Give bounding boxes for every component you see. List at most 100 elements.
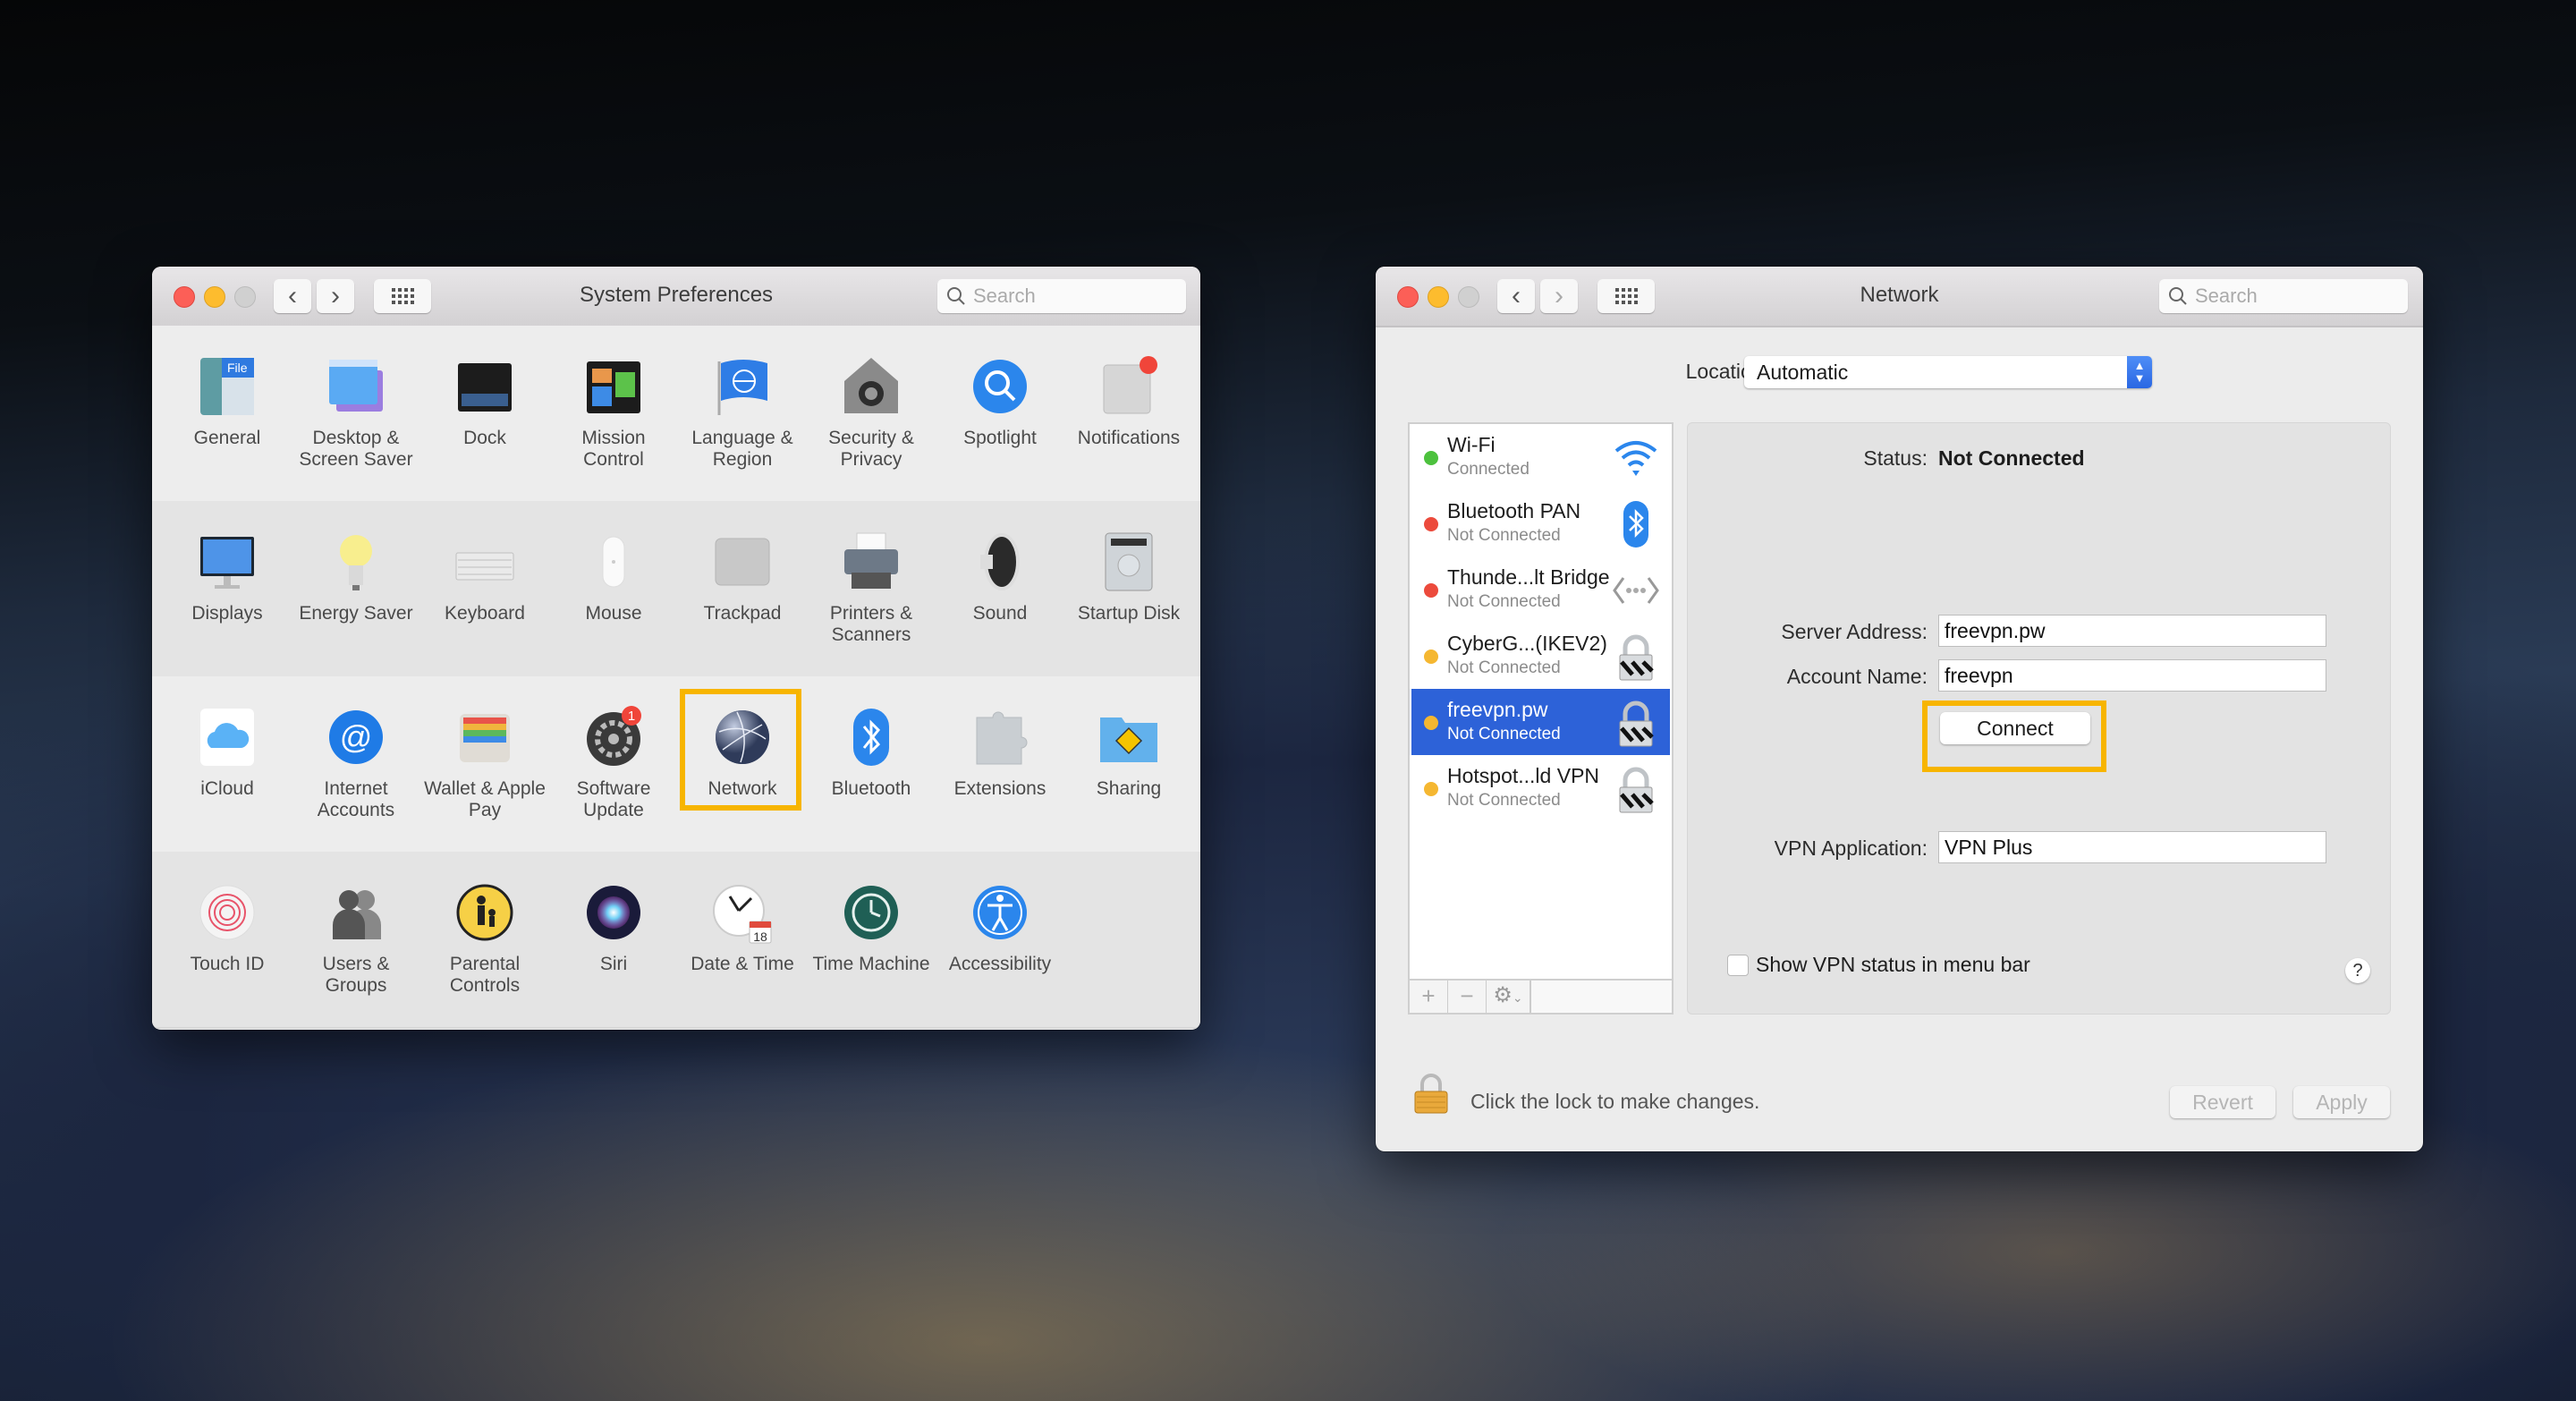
clock-calendar-icon: 18 — [710, 880, 775, 945]
lock-icon[interactable] — [1413, 1074, 1449, 1115]
status-dot — [1424, 782, 1438, 796]
pref-pane-accessibility[interactable]: Accessibility — [936, 864, 1064, 1025]
chevron-down-icon: ⌄ — [1512, 990, 1523, 1005]
pref-pane-spotlight[interactable]: Spotlight — [936, 338, 1064, 499]
pref-pane-language-region[interactable]: Language & Region — [678, 338, 807, 499]
pref-pane-energy-saver[interactable]: Energy Saver — [292, 514, 420, 675]
pref-pane-label: Language & Region — [691, 428, 793, 470]
pref-pane-displays[interactable]: Displays — [163, 514, 292, 675]
show-vpn-status-checkbox[interactable] — [1727, 955, 1749, 976]
pref-pane-label: Accessibility — [948, 954, 1052, 974]
pref-pane-icloud[interactable]: iCloud — [163, 689, 292, 850]
pref-pane-desktop-screen-saver[interactable]: Desktop & Screen Saver — [292, 338, 420, 499]
pref-pane-users-groups[interactable]: Users & Groups — [292, 864, 420, 1025]
pref-pane-label: Startup Disk — [1077, 603, 1181, 624]
pref-pane-mission-control[interactable]: Mission Control — [549, 338, 678, 499]
service-list-item[interactable]: Thunde...lt Bridge Not Connected — [1411, 556, 1670, 623]
puzzle-icon — [968, 705, 1032, 769]
pref-pane-siri[interactable]: Siri — [549, 864, 678, 1025]
server-address-input[interactable] — [1938, 615, 2326, 647]
pref-pane-label: Time Machine — [812, 954, 930, 974]
pref-pane-label: iCloud — [200, 778, 254, 799]
pref-pane-parental-controls[interactable]: Parental Controls — [420, 864, 549, 1025]
account-name-input[interactable] — [1938, 659, 2326, 692]
service-list-item[interactable]: Hotspot...ld VPN Not Connected — [1411, 755, 1670, 821]
users-icon — [324, 880, 388, 945]
apply-button[interactable]: Apply — [2293, 1086, 2390, 1118]
pref-pane-notifications[interactable]: Notifications — [1064, 338, 1193, 499]
network-highlight — [680, 689, 801, 811]
chevron-right-icon: › — [331, 281, 340, 310]
close-button[interactable] — [1397, 286, 1419, 308]
back-button[interactable]: ‹ — [1497, 279, 1535, 313]
search-input[interactable] — [971, 284, 1172, 309]
desktop-icon — [324, 354, 388, 419]
pref-pane-software-update[interactable]: 1 Software Update — [549, 689, 678, 850]
service-list-item[interactable]: Wi-Fi Connected — [1411, 424, 1670, 490]
service-list: Wi-Fi Connected Bluetooth PAN Not Connec… — [1408, 422, 1674, 1015]
pref-pane-dock[interactable]: Dock — [420, 338, 549, 499]
pref-pane-printers-scanners[interactable]: Printers & Scanners — [807, 514, 936, 675]
zoom-button[interactable] — [1458, 286, 1479, 308]
keyboard-icon — [453, 530, 517, 594]
minimize-button[interactable] — [204, 286, 225, 308]
pref-pane-keyboard[interactable]: Keyboard — [420, 514, 549, 675]
zoom-button[interactable] — [234, 286, 256, 308]
back-button[interactable]: ‹ — [274, 279, 311, 313]
mission-control-icon — [581, 354, 646, 419]
account-name-label: Account Name: — [1786, 665, 1928, 688]
service-list-item[interactable]: CyberG...(IKEV2) Not Connected — [1411, 623, 1670, 689]
location-select[interactable]: Automatic ▲ ▼ — [1744, 356, 2152, 388]
pref-pane-label: Touch ID — [190, 954, 265, 974]
pref-pane-label: Mouse — [585, 603, 642, 624]
service-name: Wi-Fi — [1447, 433, 1496, 456]
pref-pane-label: Keyboard — [445, 603, 525, 624]
search-field[interactable] — [937, 279, 1186, 313]
service-status: Not Connected — [1447, 725, 1561, 743]
pref-pane-sharing[interactable]: Sharing — [1064, 689, 1193, 850]
show-all-button[interactable] — [1597, 279, 1655, 313]
search-field[interactable] — [2159, 279, 2408, 313]
service-name: CyberG...(IKEV2) — [1447, 632, 1607, 655]
hard-disk-icon — [1097, 530, 1161, 594]
pref-pane-mouse[interactable]: Mouse — [549, 514, 678, 675]
pref-pane-internet-accounts[interactable]: @ Internet Accounts — [292, 689, 420, 850]
minimize-button[interactable] — [1428, 286, 1449, 308]
service-list-item[interactable]: Bluetooth PAN Not Connected — [1411, 490, 1670, 556]
show-all-button[interactable] — [374, 279, 431, 313]
vpn-application-input[interactable] — [1938, 831, 2326, 863]
forward-button[interactable]: › — [1540, 279, 1578, 313]
search-icon — [947, 287, 965, 305]
wifi-icon — [1611, 433, 1661, 483]
pref-pane-label: Energy Saver — [299, 603, 413, 624]
pref-pane-sound[interactable]: Sound — [936, 514, 1064, 675]
pref-pane-label: Dock — [463, 428, 506, 448]
pref-pane-time-machine[interactable]: Time Machine — [807, 864, 936, 1025]
server-address-label: Server Address: — [1781, 620, 1928, 643]
accessibility-icon — [968, 880, 1032, 945]
revert-button[interactable]: Revert — [2170, 1086, 2275, 1118]
forward-button[interactable]: › — [317, 279, 354, 313]
pref-pane-label: Printers & Scanners — [829, 603, 913, 645]
network-window: ‹ › Network Location: Automatic ▲▼ Wi-Fi… — [1376, 267, 2423, 1151]
status-dot — [1424, 650, 1438, 664]
pref-pane-startup-disk[interactable]: Startup Disk — [1064, 514, 1193, 675]
pref-pane-wallet-apple-pay[interactable]: Wallet & Apple Pay — [420, 689, 549, 850]
pref-pane-bluetooth[interactable]: Bluetooth — [807, 689, 936, 850]
pref-pane-trackpad[interactable]: Trackpad — [678, 514, 807, 675]
remove-service-button[interactable]: − — [1448, 981, 1487, 1013]
title-bar: ‹ › Network — [1376, 267, 2423, 327]
pref-pane-security-privacy[interactable]: Security & Privacy — [807, 338, 936, 499]
pref-pane-touch-id[interactable]: Touch ID — [163, 864, 292, 1025]
pref-pane-general[interactable]: File General — [163, 338, 292, 499]
gear-menu-button[interactable]: ⚙⌄ — [1487, 981, 1531, 1013]
connect-button[interactable]: Connect — [1940, 712, 2090, 744]
search-input[interactable] — [2193, 284, 2394, 309]
add-service-button[interactable]: + — [1410, 981, 1448, 1013]
pref-pane-date-time[interactable]: 18 Date & Time — [678, 864, 807, 1025]
pref-pane-extensions[interactable]: Extensions — [936, 689, 1064, 850]
status-dot — [1424, 451, 1438, 465]
close-button[interactable] — [174, 286, 195, 308]
help-button[interactable]: ? — [2345, 958, 2370, 983]
service-list-item[interactable]: freevpn.pw Not Connected — [1411, 689, 1670, 755]
